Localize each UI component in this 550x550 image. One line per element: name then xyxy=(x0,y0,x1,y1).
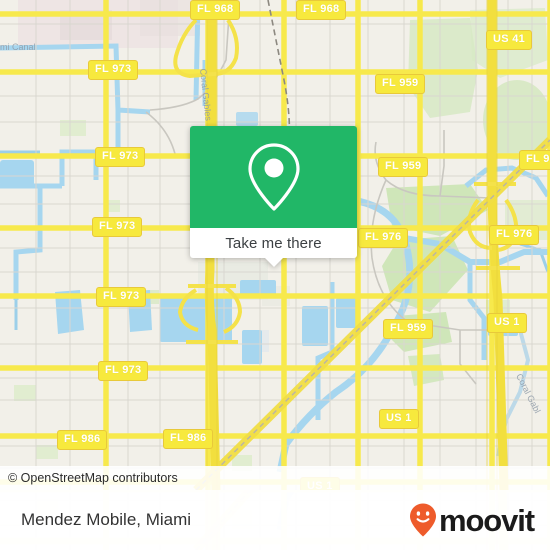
road-shield-label: FL 968 xyxy=(296,0,347,20)
road-shield-label: FL 986 xyxy=(163,429,214,449)
popup-action-bar[interactable]: Take me there xyxy=(190,228,357,258)
road-shield-label: FL 95 xyxy=(519,150,550,170)
road-shield-label: FL 986 xyxy=(57,430,108,450)
map-viewport[interactable]: FL 968 FL 968 US 41 FL 973 FL 959 FL 973 FL 95… xyxy=(0,0,550,490)
map-attribution-bar: © OpenStreetMap contributors xyxy=(0,466,550,490)
road-shield-label: FL 976 xyxy=(489,225,540,245)
road-shield-label: FL 976 xyxy=(358,228,409,248)
road-shield-label: FL 973 xyxy=(96,287,147,307)
road-shield-label: US 41 xyxy=(486,30,533,50)
road-shield-label: FL 959 xyxy=(375,74,426,94)
road-shield-label: US 1 xyxy=(487,313,527,333)
road-shield-label: FL 959 xyxy=(383,319,434,339)
road-shield-label: FL 959 xyxy=(378,157,429,177)
osm-attribution-text[interactable]: © OpenStreetMap contributors xyxy=(0,471,178,485)
road-shield-label: FL 973 xyxy=(98,361,149,381)
popup-pointer-tail xyxy=(264,257,284,267)
place-title: Mendez Mobile, Miami xyxy=(21,510,192,529)
road-shield-label: FL 973 xyxy=(92,217,143,237)
road-shield-label: FL 973 xyxy=(88,60,139,80)
moovit-wordmark: moovit xyxy=(438,502,535,538)
footer-bar: Mendez Mobile, Miami moovit xyxy=(0,490,550,550)
water-place-label: mi Canal xyxy=(0,42,36,52)
moovit-brand-lockup[interactable]: moovit xyxy=(408,502,535,538)
moovit-map-screen: FL 968 FL 968 US 41 FL 973 FL 959 FL 973 FL 95… xyxy=(0,0,550,550)
moovit-smiley-pin-icon xyxy=(409,503,436,537)
take-me-there-button[interactable]: Take me there xyxy=(225,236,321,251)
popup-header xyxy=(190,126,357,228)
road-shield-label: US 1 xyxy=(379,409,419,429)
map-pin-icon xyxy=(247,143,300,211)
road-shield-label: FL 973 xyxy=(95,147,146,167)
location-popup-card[interactable]: Take me there xyxy=(190,126,357,267)
road-shield-label: FL 968 xyxy=(190,0,241,20)
